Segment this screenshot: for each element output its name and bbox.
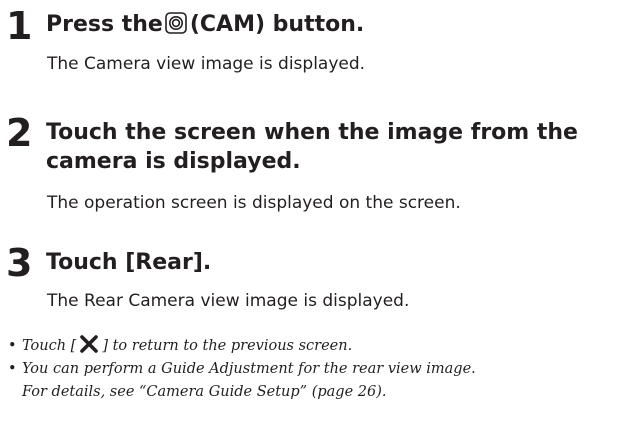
notes-list: • Touch [ ] to return to the previous sc… xyxy=(8,335,620,404)
step-title-line: Touch the screen when the image from the xyxy=(46,120,578,145)
step-description: The operation screen is displayed on the… xyxy=(47,193,461,213)
note-text: Touch [ xyxy=(22,338,77,354)
bullet: • xyxy=(8,361,17,377)
note-item: • Touch [ ] to return to the previous sc… xyxy=(8,335,620,358)
camera-button-icon xyxy=(165,12,187,34)
step-title: Press the (CAM) button. xyxy=(46,10,364,39)
step-description: The Camera view image is displayed. xyxy=(47,54,366,74)
step-number: 1 xyxy=(6,4,33,48)
close-x-icon xyxy=(79,335,99,353)
step-number: 2 xyxy=(6,111,33,155)
step-description: The Rear Camera view image is displayed. xyxy=(47,291,410,311)
step-title: Touch the screen when the image from the… xyxy=(46,118,578,176)
note-text-continuation: For details, see “Camera Guide Setup” (p… xyxy=(22,384,387,400)
note-text: You can perform a Guide Adjustment for t… xyxy=(22,361,476,377)
step-number: 3 xyxy=(6,241,33,285)
step-title-text: (CAM) button. xyxy=(189,12,365,37)
bullet: • xyxy=(8,338,17,354)
step-title: Touch [Rear]. xyxy=(46,250,212,275)
step-title-line: camera is displayed. xyxy=(46,149,301,174)
step-title-text: Press the xyxy=(46,12,163,37)
note-item: • You can perform a Guide Adjustment for… xyxy=(8,358,620,381)
note-text: ] to return to the previous screen. xyxy=(102,338,353,354)
